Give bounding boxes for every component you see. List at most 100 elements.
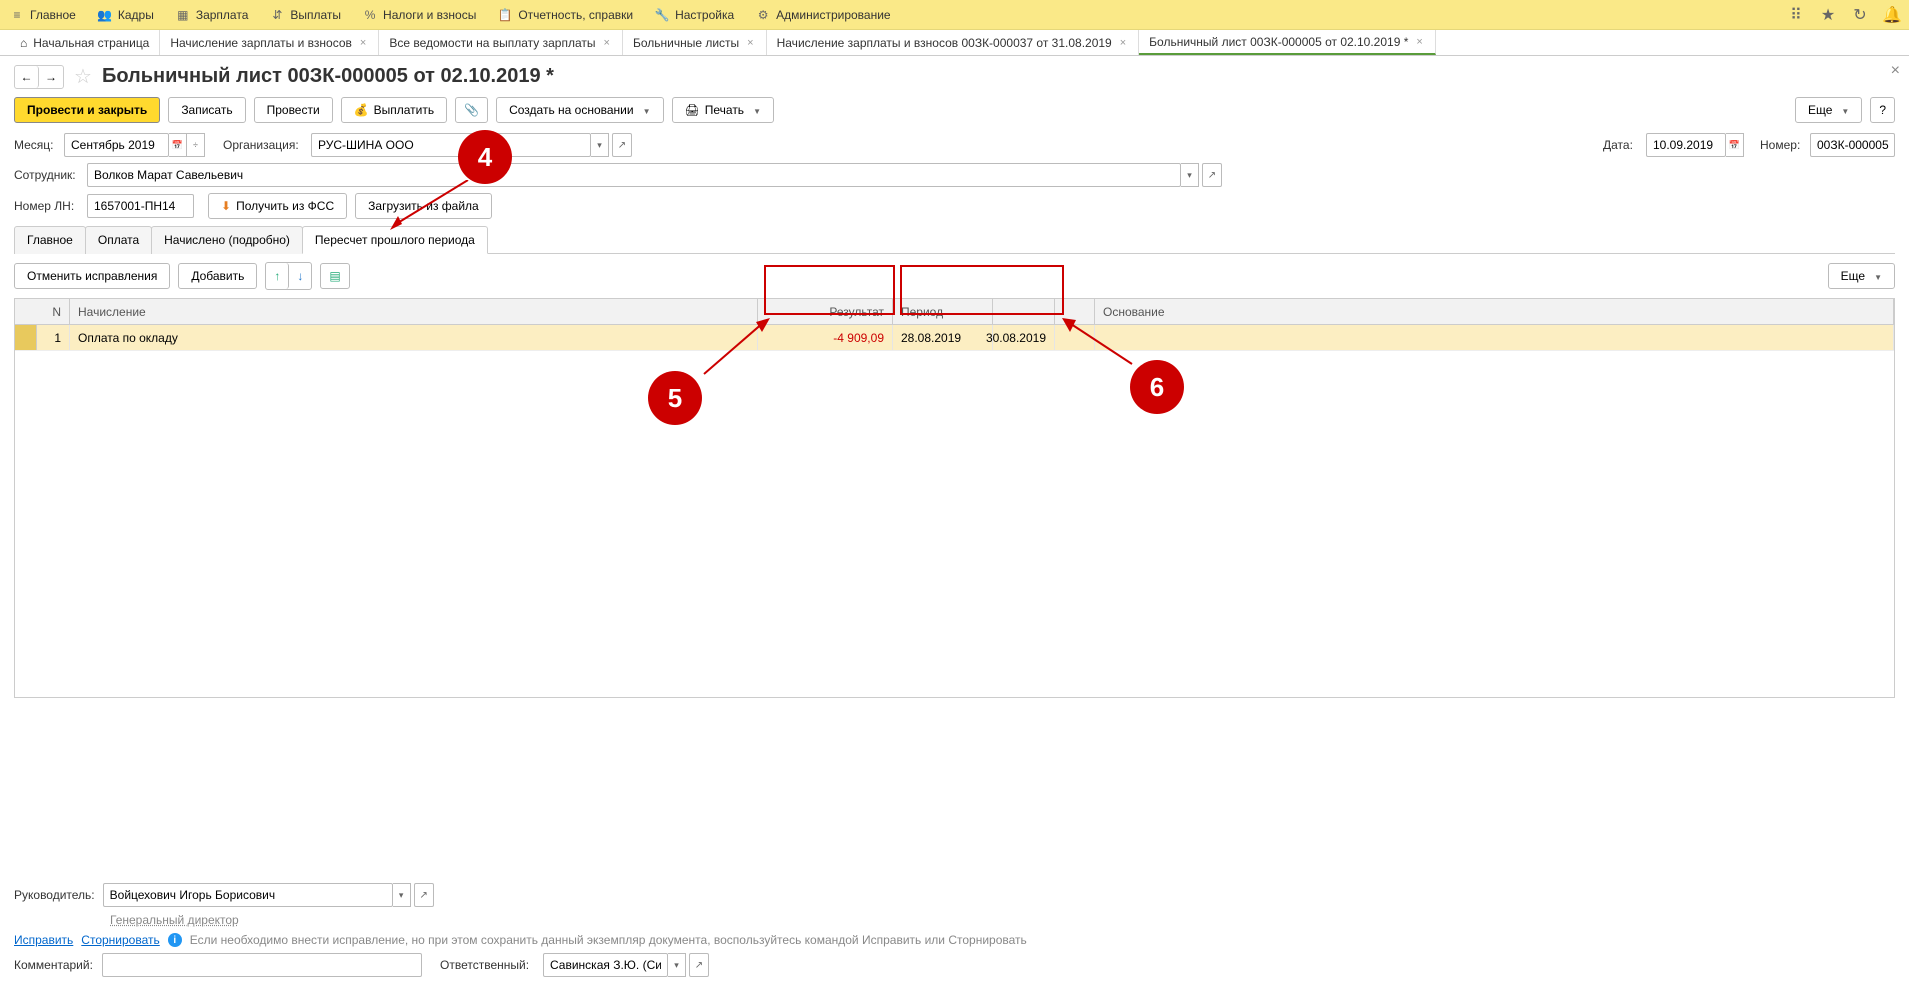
move-up-button[interactable]: ↑ bbox=[266, 263, 289, 289]
menu-main[interactable]: ≡Главное bbox=[10, 8, 76, 22]
help-button[interactable]: ? bbox=[1870, 97, 1895, 123]
get-fss-button[interactable]: ⬇Получить из ФСС bbox=[208, 193, 347, 219]
favorite-star-icon[interactable]: ☆ bbox=[74, 64, 92, 89]
info-icon: i bbox=[168, 933, 182, 947]
post-close-button[interactable]: Провести и закрыть bbox=[14, 97, 160, 123]
storno-link[interactable]: Сторнировать bbox=[81, 933, 159, 947]
print-button[interactable]: 🖨Печать bbox=[672, 97, 774, 123]
menu-admin[interactable]: ⚙Администрирование bbox=[756, 8, 890, 22]
spinner-icon[interactable]: ÷ bbox=[187, 133, 205, 157]
org-label: Организация: bbox=[223, 138, 303, 152]
menu-reports[interactable]: 📋Отчетность, справки bbox=[498, 8, 633, 22]
move-down-button[interactable]: ↓ bbox=[289, 263, 311, 289]
star-icon[interactable]: ★ bbox=[1821, 8, 1835, 22]
chevron-down-icon[interactable]: ▾ bbox=[1181, 163, 1199, 187]
date-field[interactable] bbox=[1646, 133, 1726, 157]
tab-accrual-doc[interactable]: Начисление зарплаты и взносов 00ЗК-00003… bbox=[767, 30, 1140, 55]
pay-button[interactable]: 💰Выплатить bbox=[341, 97, 447, 123]
load-file-button[interactable]: Загрузить из файла bbox=[355, 193, 492, 219]
post-button[interactable]: Провести bbox=[254, 97, 333, 123]
comment-field[interactable] bbox=[102, 953, 422, 977]
manager-title-link[interactable]: Генеральный директор bbox=[110, 913, 239, 927]
home-icon: ⌂ bbox=[20, 36, 27, 50]
row-marker bbox=[15, 325, 37, 350]
close-icon[interactable]: × bbox=[745, 37, 755, 49]
cell-period-to: 30.08.2019 bbox=[993, 325, 1055, 350]
col-header-period-to[interactable] bbox=[993, 299, 1055, 324]
calendar-icon[interactable]: 📅 bbox=[169, 133, 187, 157]
calendar-icon[interactable]: 📅 bbox=[1726, 133, 1744, 157]
menu-hr[interactable]: 👥Кадры bbox=[98, 8, 154, 22]
close-icon[interactable]: × bbox=[358, 37, 368, 49]
open-icon[interactable]: ↗ bbox=[689, 953, 709, 977]
employee-field[interactable] bbox=[87, 163, 1181, 187]
add-button[interactable]: Добавить bbox=[178, 263, 257, 289]
bell-icon[interactable]: 🔔 bbox=[1885, 8, 1899, 22]
clipboard-icon: 📋 bbox=[498, 8, 512, 22]
paperclip-icon: 📎 bbox=[464, 103, 479, 117]
month-field[interactable] bbox=[64, 133, 169, 157]
tab-statements[interactable]: Все ведомости на выплату зарплаты× bbox=[379, 30, 623, 55]
chevron-down-icon[interactable]: ▾ bbox=[668, 953, 686, 977]
apps-icon[interactable]: ⠿ bbox=[1789, 8, 1803, 22]
menu-taxes[interactable]: %Налоги и взносы bbox=[363, 8, 476, 22]
wrench-icon: 🔧 bbox=[655, 8, 669, 22]
nav-forward-button[interactable]: → bbox=[39, 66, 63, 88]
tab-sicklists[interactable]: Больничные листы× bbox=[623, 30, 767, 55]
subtab-recalc[interactable]: Пересчет прошлого периода bbox=[302, 226, 488, 254]
card-view-button[interactable]: ▤ bbox=[320, 263, 349, 289]
manager-label: Руководитель: bbox=[14, 888, 95, 902]
subtab-main[interactable]: Главное bbox=[14, 226, 86, 254]
tab-accrual[interactable]: Начисление зарплаты и взносов× bbox=[160, 30, 379, 55]
history-icon[interactable]: ↻ bbox=[1853, 8, 1867, 22]
fix-link[interactable]: Исправить bbox=[14, 933, 73, 947]
subtab-payment[interactable]: Оплата bbox=[85, 226, 152, 254]
cancel-corrections-button[interactable]: Отменить исправления bbox=[14, 263, 170, 289]
org-field[interactable] bbox=[311, 133, 591, 157]
col-header-period[interactable]: Период bbox=[893, 299, 993, 324]
gear-icon: ⚙ bbox=[756, 8, 770, 22]
hamburger-icon: ≡ bbox=[10, 8, 24, 22]
menu-payments[interactable]: ⇵Выплаты bbox=[270, 8, 341, 22]
close-icon[interactable]: × bbox=[1414, 36, 1424, 48]
document-tabs: ⌂Начальная страница Начисление зарплаты … bbox=[0, 30, 1909, 56]
chevron-down-icon[interactable]: ▾ bbox=[393, 883, 411, 907]
menu-salary[interactable]: ▦Зарплата bbox=[176, 8, 249, 22]
tab-home[interactable]: ⌂Начальная страница bbox=[10, 30, 160, 55]
col-header-result[interactable]: Результат bbox=[758, 299, 893, 324]
month-label: Месяц: bbox=[14, 138, 56, 152]
attach-button[interactable]: 📎 bbox=[455, 97, 488, 123]
chevron-down-icon[interactable]: ▾ bbox=[591, 133, 609, 157]
table-icon: ▦ bbox=[176, 8, 190, 22]
col-header-base[interactable]: Основание bbox=[1095, 299, 1894, 324]
grid-row[interactable]: 1 Оплата по окладу -4 909,09 28.08.2019 … bbox=[15, 325, 1894, 351]
ln-field[interactable] bbox=[87, 194, 194, 218]
col-header-n[interactable]: N bbox=[15, 299, 70, 324]
close-icon[interactable]: × bbox=[1118, 37, 1128, 49]
close-icon[interactable]: × bbox=[602, 37, 612, 49]
more-button[interactable]: Еще bbox=[1795, 97, 1862, 123]
col-header-accrual[interactable]: Начисление bbox=[70, 299, 758, 324]
manager-field[interactable] bbox=[103, 883, 393, 907]
open-icon[interactable]: ↗ bbox=[414, 883, 434, 907]
nav-back-button[interactable]: ← bbox=[15, 66, 39, 88]
close-page-button[interactable]: × bbox=[1891, 62, 1900, 80]
save-button[interactable]: Записать bbox=[168, 97, 245, 123]
date-label: Дата: bbox=[1603, 138, 1638, 152]
tab-sicklist-doc[interactable]: Больничный лист 00ЗК-000005 от 02.10.201… bbox=[1139, 30, 1436, 55]
callout-4: 4 bbox=[458, 130, 512, 184]
menu-settings[interactable]: 🔧Настройка bbox=[655, 8, 734, 22]
recalc-grid: N Начисление Результат Период Основание … bbox=[14, 298, 1895, 698]
tab-more-button[interactable]: Еще bbox=[1828, 263, 1895, 289]
subtab-accrued[interactable]: Начислено (подробно) bbox=[151, 226, 303, 254]
hint-text: Если необходимо внести исправление, но п… bbox=[190, 933, 1027, 947]
callout-6: 6 bbox=[1130, 360, 1184, 414]
employee-label: Сотрудник: bbox=[14, 168, 79, 182]
open-icon[interactable]: ↗ bbox=[1202, 163, 1222, 187]
create-based-button[interactable]: Создать на основании bbox=[496, 97, 663, 123]
open-icon[interactable]: ↗ bbox=[612, 133, 632, 157]
cell-base bbox=[1095, 325, 1894, 350]
responsible-field[interactable] bbox=[543, 953, 668, 977]
people-icon: 👥 bbox=[98, 8, 112, 22]
page-title: Больничный лист 00ЗК-000005 от 02.10.201… bbox=[102, 65, 554, 88]
